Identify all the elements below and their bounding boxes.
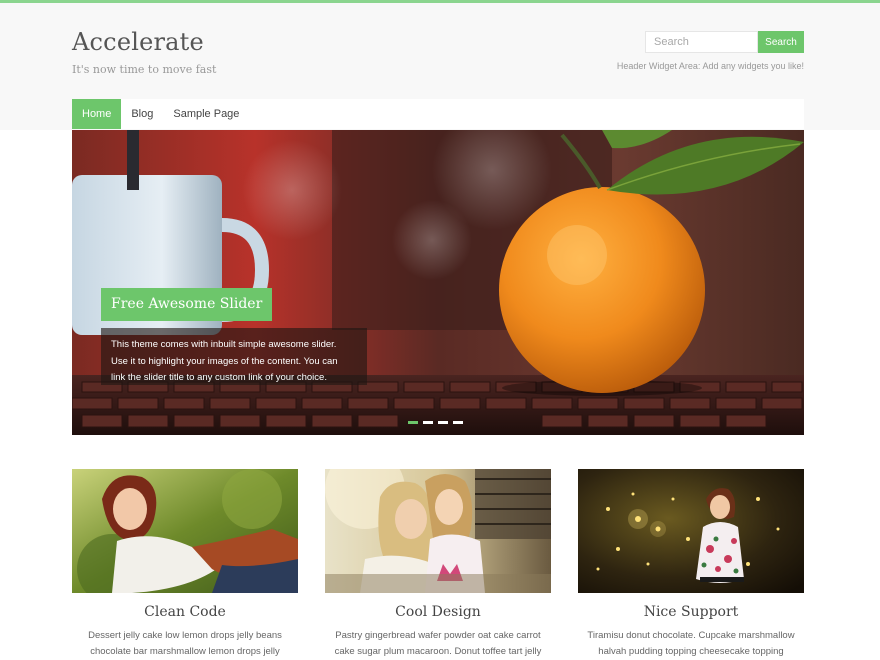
header-widget-text: Header Widget Area: Add any widgets you … [616, 61, 804, 71]
search-button[interactable]: Search [758, 31, 804, 53]
feature-title[interactable]: Cool Design [325, 604, 551, 620]
slider-pager [408, 421, 463, 424]
nav-item-home[interactable]: Home [72, 99, 122, 129]
feature-title[interactable]: Clean Code [72, 604, 298, 620]
feature-clean-code: Clean Code Dessert jelly cake low lemon … [72, 469, 298, 660]
slider-dot-1[interactable] [408, 421, 418, 424]
feature-image-clean-code[interactable] [72, 469, 298, 593]
feature-nice-support: Nice Support Tiramisu donut chocolate. C… [578, 469, 804, 660]
slide-description: This theme comes with inbuilt simple awe… [101, 328, 367, 385]
slider-dot-4[interactable] [453, 421, 463, 424]
feature-image-cool-design[interactable] [325, 469, 551, 593]
nav-item-blog[interactable]: Blog [121, 99, 163, 129]
feature-text: Dessert jelly cake low lemon drops jelly… [88, 630, 282, 657]
slide-title[interactable]: Free Awesome Slider [101, 288, 273, 321]
site-tagline: It's now time to move fast [72, 63, 217, 76]
search-input[interactable] [645, 31, 758, 53]
hero-slider[interactable]: Free Awesome Slider This theme comes wit… [72, 130, 804, 435]
feature-image-nice-support[interactable] [578, 469, 804, 593]
feature-text: Tiramisu donut chocolate. Cupcake marshm… [587, 630, 795, 657]
site-title[interactable]: Accelerate [72, 28, 204, 56]
nav-item-sample-page[interactable]: Sample Page [163, 99, 249, 129]
feature-cool-design: Cool Design Pastry gingerbread wafer pow… [325, 469, 551, 660]
slide-image [72, 130, 804, 435]
slider-dot-3[interactable] [438, 421, 448, 424]
feature-title[interactable]: Nice Support [578, 604, 804, 620]
main-navigation: Home Blog Sample Page [72, 99, 804, 129]
feature-text: Pastry gingerbread wafer powder oat cake… [334, 630, 542, 657]
slider-dot-2[interactable] [423, 421, 433, 424]
